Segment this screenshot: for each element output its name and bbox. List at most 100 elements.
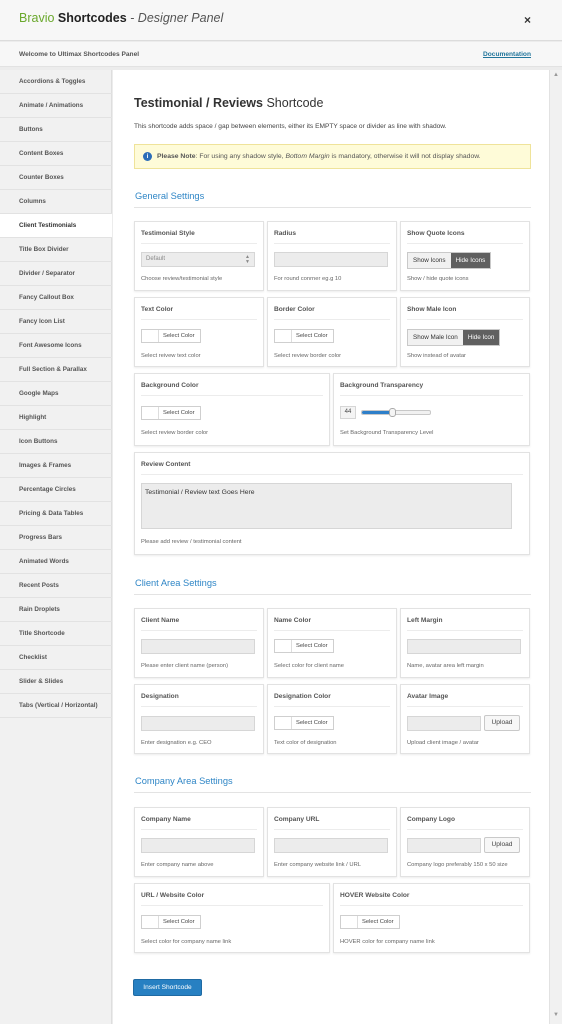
sidebar-item-checklist[interactable]: Checklist bbox=[0, 646, 112, 670]
designation-color-card: Designation Color Select Color Text colo… bbox=[267, 684, 397, 754]
documentation-link[interactable]: Documentation bbox=[483, 51, 531, 58]
review-content-textarea[interactable]: Testimonial / Review text Goes Here bbox=[141, 483, 512, 529]
company-logo-input[interactable] bbox=[407, 838, 481, 853]
sidebar-item-images-frames[interactable]: Images & Frames bbox=[0, 454, 112, 478]
company-name-input[interactable] bbox=[141, 838, 255, 853]
background-color-picker[interactable]: Select Color bbox=[141, 406, 201, 420]
sidebar-item-google-maps[interactable]: Google Maps bbox=[0, 382, 112, 406]
field-label: Left Margin bbox=[407, 617, 443, 624]
divider bbox=[141, 474, 523, 475]
sidebar-item-animate[interactable]: Animate / Animations bbox=[0, 94, 112, 118]
sidebar-item-accordions[interactable]: Accordions & Toggles bbox=[0, 70, 112, 94]
sidebar-item-content-boxes[interactable]: Content Boxes bbox=[0, 142, 112, 166]
text-color-picker[interactable]: Select Color bbox=[141, 329, 201, 343]
hide-icon-button[interactable]: Hide Icon bbox=[462, 330, 500, 345]
field-label: Company URL bbox=[274, 816, 320, 823]
divider bbox=[274, 243, 390, 244]
field-label: Designation bbox=[141, 693, 179, 700]
sidebar-item-slider-slides[interactable]: Slider & Slides bbox=[0, 670, 112, 694]
insert-shortcode-button[interactable]: Insert Shortcode bbox=[133, 979, 202, 996]
note-label: Please Note bbox=[157, 153, 196, 160]
designation-input[interactable] bbox=[141, 716, 255, 731]
logo-upload-button[interactable]: Upload bbox=[484, 837, 520, 853]
name-color-card: Name Color Select Color Select color for… bbox=[267, 608, 397, 678]
divider bbox=[134, 207, 531, 208]
sidebar-item-client-testimonials[interactable]: Client Testimonials bbox=[0, 214, 112, 238]
client-name-input[interactable] bbox=[141, 639, 255, 654]
sidebar-item-buttons[interactable]: Buttons bbox=[0, 118, 112, 142]
sidebar-item-recent-posts[interactable]: Recent Posts bbox=[0, 574, 112, 598]
company-url-card: Company URL Enter company website link /… bbox=[267, 807, 397, 877]
sidebar-item-icon-buttons[interactable]: Icon Buttons bbox=[0, 430, 112, 454]
sidebar-item-fancy-icon-list[interactable]: Fancy Icon List bbox=[0, 310, 112, 334]
testimonial-style-select[interactable]: Default ▲ ▼ bbox=[141, 252, 255, 267]
sidebar-item-highlight[interactable]: Highlight bbox=[0, 406, 112, 430]
welcome-bar: Welcome to Ultimax Shortcodes Panel Docu… bbox=[0, 42, 562, 67]
transparency-slider[interactable] bbox=[361, 408, 431, 417]
brand-name: Bravio bbox=[19, 11, 55, 25]
field-label: Background Transparency bbox=[340, 382, 424, 389]
sidebar-item-percentage-circles[interactable]: Percentage Circles bbox=[0, 478, 112, 502]
scrollbar[interactable]: ▲ ▼ bbox=[549, 70, 562, 1024]
url-color-picker[interactable]: Select Color bbox=[141, 915, 201, 929]
hover-color-picker[interactable]: Select Color bbox=[340, 915, 400, 929]
avatar-image-input[interactable] bbox=[407, 716, 481, 731]
sidebar-item-title-shortcode[interactable]: Title Shortcode bbox=[0, 622, 112, 646]
sidebar-item-pricing-tables[interactable]: Pricing & Data Tables bbox=[0, 502, 112, 526]
field-label: Client Name bbox=[141, 617, 180, 624]
sidebar-item-columns[interactable]: Columns bbox=[0, 190, 112, 214]
show-icons-button[interactable]: Show Icons bbox=[408, 253, 451, 268]
field-label: Border Color bbox=[274, 306, 315, 313]
sidebar-item-title-box-divider[interactable]: Title Box Divider bbox=[0, 238, 112, 262]
slider-handle[interactable] bbox=[389, 408, 396, 417]
sidebar-item-full-section[interactable]: Full Section & Parallax bbox=[0, 358, 112, 382]
sidebar-item-counter-boxes[interactable]: Counter Boxes bbox=[0, 166, 112, 190]
divider bbox=[274, 630, 390, 631]
note-text-2: is mandatory, otherwise it will not disp… bbox=[329, 153, 481, 160]
general-settings-heading: General Settings bbox=[135, 191, 205, 201]
name-color-picker[interactable]: Select Color bbox=[274, 639, 334, 653]
select-color-label: Select Color bbox=[163, 919, 195, 925]
review-content-card: Review Content Testimonial / Review text… bbox=[134, 452, 530, 555]
note-text: Please Note: For using any shadow style,… bbox=[157, 153, 481, 160]
sidebar-item-fancy-callout[interactable]: Fancy Callout Box bbox=[0, 286, 112, 310]
sidebar-item-progress-bars[interactable]: Progress Bars bbox=[0, 526, 112, 550]
designation-color-picker[interactable]: Select Color bbox=[274, 716, 334, 730]
testimonial-style-card: Testimonial Style Default ▲ ▼ Choose revie… bbox=[134, 221, 264, 291]
text-color-card: Text Color Select Color Select reivew te… bbox=[134, 297, 264, 367]
field-description: Select color for company name link bbox=[141, 939, 232, 945]
field-label: Text Color bbox=[141, 306, 174, 313]
color-swatch bbox=[275, 717, 292, 729]
sidebar-item-tabs[interactable]: Tabs (Vertical / Horizontal) bbox=[0, 694, 112, 718]
field-description: Name, avatar area left margin bbox=[407, 663, 484, 669]
show-male-icon-button[interactable]: Show Male Icon bbox=[408, 330, 463, 345]
sidebar-item-font-awesome[interactable]: Font Awesome Icons bbox=[0, 334, 112, 358]
color-swatch bbox=[341, 916, 358, 928]
scroll-down-icon[interactable]: ▼ bbox=[553, 1012, 559, 1018]
sidebar-item-animated-words[interactable]: Animated Words bbox=[0, 550, 112, 574]
field-description: Enter company website link / URL bbox=[274, 862, 361, 868]
select-color-label: Select Color bbox=[362, 919, 394, 925]
page-description: This shortcode adds space / gap between … bbox=[134, 123, 447, 130]
avatar-upload-button[interactable]: Upload bbox=[484, 715, 520, 731]
company-url-input[interactable] bbox=[274, 838, 388, 853]
color-swatch bbox=[142, 330, 159, 342]
left-margin-input[interactable] bbox=[407, 639, 521, 654]
border-color-picker[interactable]: Select Color bbox=[274, 329, 334, 343]
field-label: Show Male Icon bbox=[407, 306, 457, 313]
hide-icons-button[interactable]: Hide Icons bbox=[450, 253, 491, 268]
field-description: Select reivew text color bbox=[141, 353, 201, 359]
field-description: Select review border color bbox=[274, 353, 342, 359]
sidebar-item-rain-droplets[interactable]: Rain Droplets bbox=[0, 598, 112, 622]
page-title-bold: Testimonial / Reviews bbox=[134, 96, 263, 110]
field-label: Company Name bbox=[141, 816, 191, 823]
color-swatch bbox=[275, 640, 292, 652]
field-description: Please enter client name (person) bbox=[141, 663, 228, 669]
radius-input[interactable] bbox=[274, 252, 388, 267]
company-logo-card: Company Logo Upload Company logo prefera… bbox=[400, 807, 530, 877]
divider bbox=[141, 829, 257, 830]
field-label: Name Color bbox=[274, 617, 312, 624]
sidebar-item-divider-separator[interactable]: Divider / Separator bbox=[0, 262, 112, 286]
scroll-up-icon[interactable]: ▲ bbox=[553, 72, 559, 78]
close-icon[interactable]: × bbox=[524, 13, 531, 27]
